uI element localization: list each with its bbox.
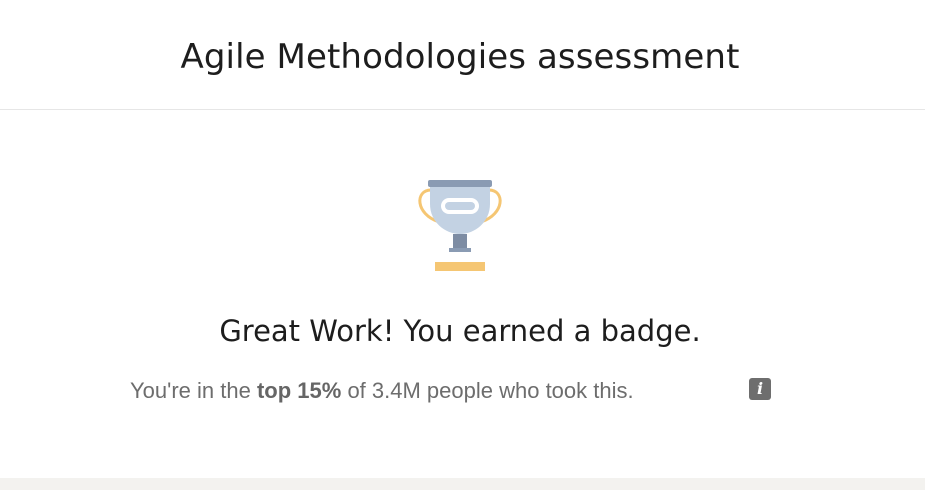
page-title: Agile Methodologies assessment: [180, 37, 740, 77]
result-stat: You're in the top 15% of 3.4M people who…: [130, 376, 634, 406]
assessment-result-page: Agile Methodologies assessment Great Wor…: [0, 0, 925, 490]
footer-band: [0, 478, 925, 490]
stat-prefix: You're in the: [130, 378, 251, 403]
trophy-icon: [413, 178, 507, 272]
page-header: Agile Methodologies assessment: [0, 0, 925, 110]
stat-emphasis: top 15%: [256, 378, 342, 403]
stat-suffix: of 3.4M people who took this.: [347, 378, 634, 403]
result-headline: Great Work! You earned a badge.: [219, 314, 701, 348]
info-icon[interactable]: i: [749, 378, 771, 400]
